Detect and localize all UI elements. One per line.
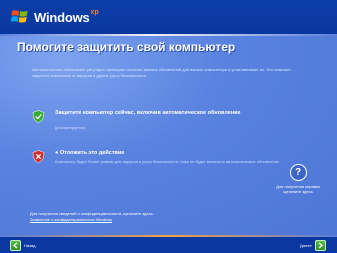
option-enable-heading: Защитите компьютер сейчас, включив автом… [55, 110, 241, 116]
next-button[interactable]: Далее [300, 240, 326, 251]
shield-check-icon [32, 110, 45, 123]
option-enable-subtext: (рекомендуется) [55, 125, 86, 130]
question-icon: ? [289, 164, 307, 181]
main-panel: Помогите защитить свой компьютер Автомат… [0, 36, 337, 235]
page-title: Помогите защитить свой компьютер [17, 40, 236, 54]
brand-name: Windows [34, 9, 90, 25]
windows-flag-icon [10, 10, 28, 23]
help-link[interactable]: ? Для получения справки щелкните здесь [268, 164, 328, 194]
back-label: Назад [24, 243, 36, 248]
back-arrow-icon [10, 240, 21, 251]
intro-text: Автоматическое обновление регулярно пров… [32, 67, 292, 78]
next-arrow-icon [314, 240, 326, 251]
windows-logo: Windows xp [10, 6, 99, 28]
oobe-screen: Windows xp Помогите защитить свой компью… [0, 0, 337, 253]
option-postpone-heading-text: Отложить это действие [59, 150, 125, 156]
brand-edition: xp [90, 8, 99, 16]
next-label: Далее [300, 243, 312, 248]
bottom-band: Назад Далее [0, 237, 337, 253]
privacy-link[interactable]: Заявление о конфиденциальности Windows [30, 217, 270, 223]
back-button[interactable]: Назад [10, 240, 35, 251]
privacy-note: Для получения сведений о конфиденциально… [30, 211, 270, 223]
help-text: Для получения справки щелкните здесь [276, 184, 320, 194]
shield-x-icon [32, 150, 45, 163]
top-band: Windows xp [0, 0, 337, 34]
option-postpone-heading: ● Отложить это действие [55, 150, 125, 156]
